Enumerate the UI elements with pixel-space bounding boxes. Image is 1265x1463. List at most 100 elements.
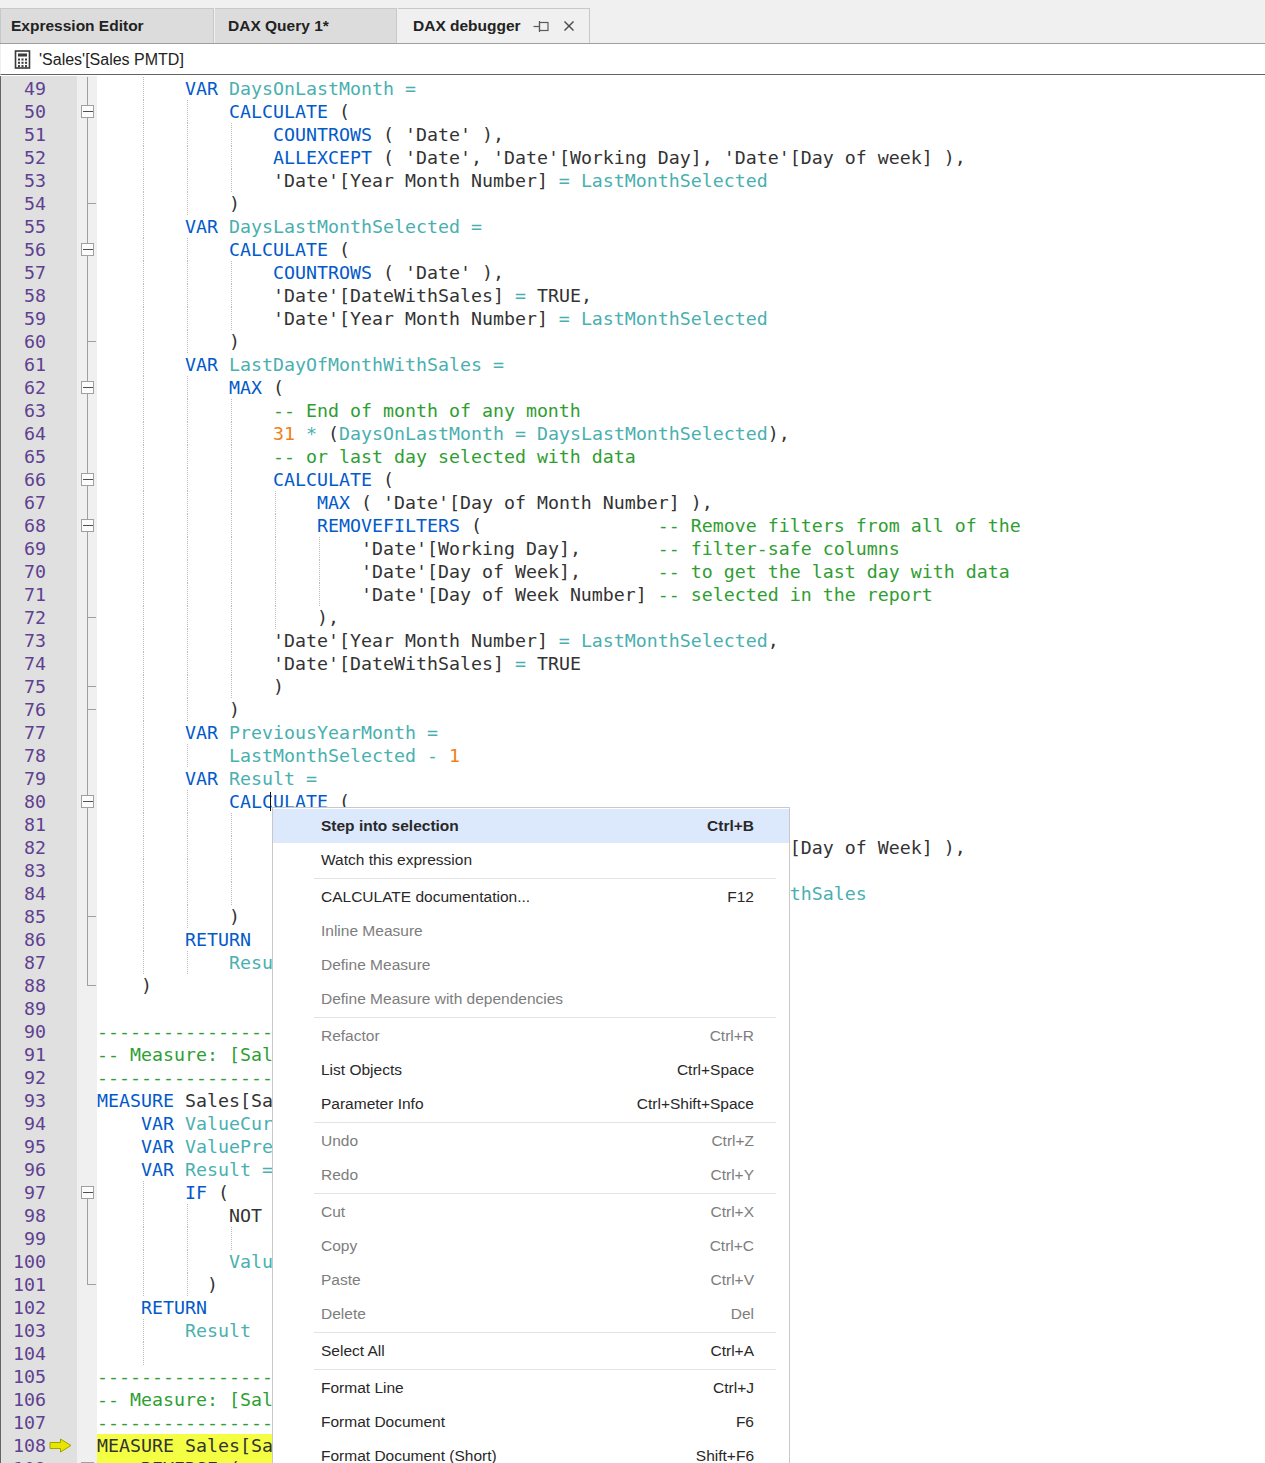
menu-item-parameter-info[interactable]: Parameter InfoCtrl+Shift+Space: [273, 1087, 789, 1121]
tab-dax-debugger[interactable]: DAX debugger: [398, 8, 590, 43]
fold-collapse-box[interactable]: [81, 381, 94, 394]
line-number: 65: [0, 445, 46, 468]
line-number: 71: [0, 583, 46, 606]
line-number: 89: [0, 997, 46, 1020]
code-line-76[interactable]: 76 ): [0, 698, 1265, 721]
menu-item-label: CALCULATE documentation...: [321, 888, 727, 906]
line-number: 102: [0, 1296, 46, 1319]
code-line-57[interactable]: 57 COUNTROWS ( 'Date' ),: [0, 261, 1265, 284]
code-line-72[interactable]: 72 ),: [0, 606, 1265, 629]
menu-item-format-line[interactable]: Format LineCtrl+J: [273, 1371, 789, 1405]
code-text-56: CALCULATE (: [97, 238, 350, 261]
code-text-50: CALCULATE (: [97, 100, 350, 123]
code-line-65[interactable]: 65 -- or last day selected with data: [0, 445, 1265, 468]
fold-collapse-box[interactable]: [81, 105, 94, 118]
code-text-97: IF (: [97, 1181, 229, 1204]
menu-item-watch-this-expression[interactable]: Watch this expression: [273, 843, 789, 877]
menu-item-shortcut: Ctrl+Z: [711, 1132, 754, 1150]
line-number: 84: [0, 882, 46, 905]
code-line-73[interactable]: 73 'Date'[Year Month Number] = LastMonth…: [0, 629, 1265, 652]
menu-item-shortcut: Ctrl+R: [710, 1027, 754, 1045]
code-line-51[interactable]: 51 COUNTROWS ( 'Date' ),: [0, 123, 1265, 146]
code-text-72: ),: [97, 606, 339, 629]
code-line-56[interactable]: 56 CALCULATE (: [0, 238, 1265, 261]
code-text-55: VAR DaysLastMonthSelected =: [97, 215, 482, 238]
code-line-79[interactable]: 79 VAR Result =: [0, 767, 1265, 790]
line-number: 52: [0, 146, 46, 169]
menu-item-label: Select All: [321, 1342, 711, 1360]
code-text-62: MAX (: [97, 376, 284, 399]
fold-end-tick: [88, 709, 96, 710]
menu-item-list-objects[interactable]: List ObjectsCtrl+Space: [273, 1053, 789, 1087]
close-icon[interactable]: [562, 19, 576, 33]
code-line-59[interactable]: 59 'Date'[Year Month Number] = LastMonth…: [0, 307, 1265, 330]
code-line-54[interactable]: 54 ): [0, 192, 1265, 215]
code-line-55[interactable]: 55 VAR DaysLastMonthSelected =: [0, 215, 1265, 238]
fold-collapse-box[interactable]: [81, 519, 94, 532]
menu-item-copy: CopyCtrl+C: [273, 1229, 789, 1263]
fold-collapse-box[interactable]: [81, 243, 94, 256]
code-line-70[interactable]: 70 'Date'[Day of Week], -- to get the la…: [0, 560, 1265, 583]
menu-item-format-document[interactable]: Format DocumentF6: [273, 1405, 789, 1439]
code-text-103: Result: [97, 1319, 251, 1342]
code-line-64[interactable]: 64 31 * (DaysOnLastMonth = DaysLastMonth…: [0, 422, 1265, 445]
code-text-52: ALLEXCEPT ( 'Date', 'Date'[Working Day],…: [97, 146, 966, 169]
fold-end-tick: [88, 916, 96, 917]
menu-item-label: Format Line: [321, 1379, 713, 1397]
line-number: 96: [0, 1158, 46, 1181]
menu-item-shortcut: Ctrl+Space: [677, 1061, 754, 1079]
menu-item-label: Define Measure with dependencies: [321, 990, 754, 1008]
menu-item-inline-measure: Inline Measure: [273, 914, 789, 948]
code-text-65: -- or last day selected with data: [97, 445, 636, 468]
line-number: 63: [0, 399, 46, 422]
code-line-49[interactable]: 49 VAR DaysOnLastMonth =: [0, 77, 1265, 100]
menu-item-select-all[interactable]: Select AllCtrl+A: [273, 1334, 789, 1368]
code-line-53[interactable]: 53 'Date'[Year Month Number] = LastMonth…: [0, 169, 1265, 192]
code-line-68[interactable]: 68 REMOVEFILTERS ( -- Remove filters fro…: [0, 514, 1265, 537]
code-line-78[interactable]: 78 LastMonthSelected - 1: [0, 744, 1265, 767]
fold-collapse-box[interactable]: [81, 795, 94, 808]
measure-icon: [14, 50, 31, 73]
line-number: 50: [0, 100, 46, 123]
code-line-71[interactable]: 71 'Date'[Day of Week Number] -- selecte…: [0, 583, 1265, 606]
code-line-66[interactable]: 66 CALCULATE (: [0, 468, 1265, 491]
code-line-50[interactable]: 50 CALCULATE (: [0, 100, 1265, 123]
pin-icon[interactable]: [533, 19, 553, 34]
line-number: 87: [0, 951, 46, 974]
code-text-75: ): [97, 675, 284, 698]
menu-item-label: Watch this expression: [321, 851, 754, 869]
code-line-75[interactable]: 75 ): [0, 675, 1265, 698]
menu-item-step-into-selection[interactable]: Step into selectionCtrl+B: [273, 809, 789, 843]
line-number: 98: [0, 1204, 46, 1227]
code-line-52[interactable]: 52 ALLEXCEPT ( 'Date', 'Date'[Working Da…: [0, 146, 1265, 169]
line-number: 72: [0, 606, 46, 629]
line-number: 79: [0, 767, 46, 790]
line-number: 83: [0, 859, 46, 882]
code-line-74[interactable]: 74 'Date'[DateWithSales] = TRUE: [0, 652, 1265, 675]
indent-guide: [143, 1342, 144, 1365]
code-line-61[interactable]: 61 VAR LastDayOfMonthWithSales =: [0, 353, 1265, 376]
tab-expression-editor[interactable]: Expression Editor: [0, 8, 214, 43]
tab-label: DAX Query 1*: [228, 17, 329, 35]
code-line-60[interactable]: 60 ): [0, 330, 1265, 353]
code-line-63[interactable]: 63 -- End of month of any month: [0, 399, 1265, 422]
code-line-62[interactable]: 62 MAX (: [0, 376, 1265, 399]
menu-item-delete: DeleteDel: [273, 1297, 789, 1331]
code-text-70: 'Date'[Day of Week], -- to get the last …: [97, 560, 1010, 583]
line-number: 97: [0, 1181, 46, 1204]
fold-collapse-box[interactable]: [81, 1186, 94, 1199]
code-line-69[interactable]: 69 'Date'[Working Day], -- filter-safe c…: [0, 537, 1265, 560]
code-line-77[interactable]: 77 VAR PreviousYearMonth =: [0, 721, 1265, 744]
menu-item-label: List Objects: [321, 1061, 677, 1079]
menu-item-calculate-documentation[interactable]: CALCULATE documentation...F12: [273, 880, 789, 914]
fold-end-tick: [88, 1284, 96, 1285]
code-text-67: MAX ( 'Date'[Day of Month Number] ),: [97, 491, 713, 514]
fold-collapse-box[interactable]: [81, 473, 94, 486]
line-number: 68: [0, 514, 46, 537]
menu-item-format-document-short[interactable]: Format Document (Short)Shift+F6: [273, 1439, 789, 1463]
code-line-67[interactable]: 67 MAX ( 'Date'[Day of Month Number] ),: [0, 491, 1265, 514]
line-number: 81: [0, 813, 46, 836]
tab-dax-query-1[interactable]: DAX Query 1*: [215, 8, 397, 43]
code-text-68: REMOVEFILTERS ( -- Remove filters from a…: [97, 514, 1021, 537]
code-line-58[interactable]: 58 'Date'[DateWithSales] = TRUE,: [0, 284, 1265, 307]
